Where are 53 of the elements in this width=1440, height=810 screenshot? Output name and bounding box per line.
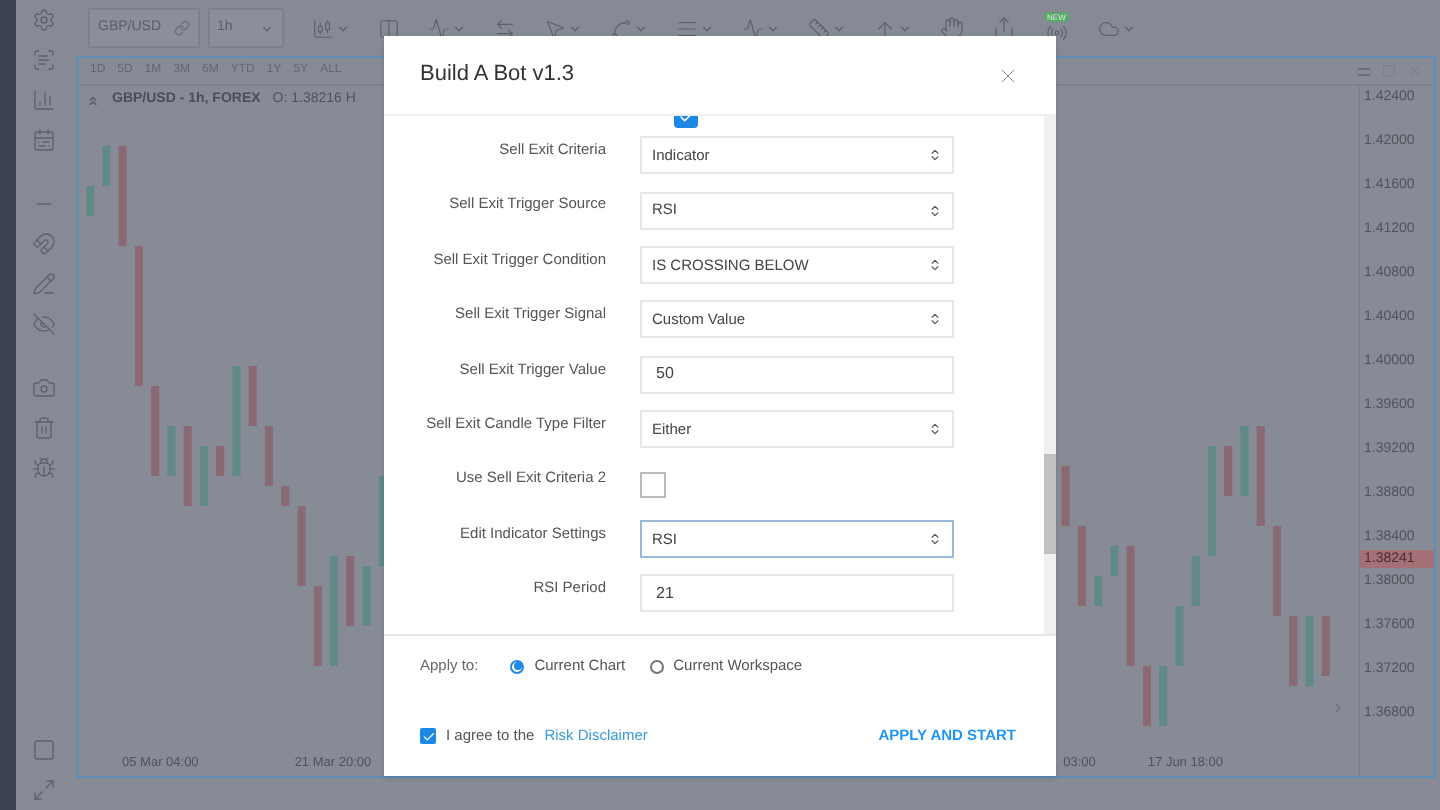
bug-icon[interactable]	[32, 456, 56, 480]
caret-icon[interactable]	[1121, 21, 1136, 35]
dialog-title: Build A Bot v1.3	[420, 60, 575, 91]
text-frame-icon[interactable]	[32, 48, 56, 72]
cursor-icon[interactable]	[543, 17, 566, 39]
collapse-icon[interactable]	[86, 93, 100, 107]
select-arrows-icon	[928, 257, 942, 272]
select-arrows-icon	[928, 422, 942, 437]
expand-icon[interactable]	[32, 778, 56, 802]
caret-icon[interactable]	[765, 21, 780, 35]
settings-icon[interactable]	[32, 8, 56, 32]
wave-icon[interactable]	[741, 17, 764, 39]
bars-icon[interactable]	[32, 88, 56, 112]
lines-icon[interactable]	[675, 17, 698, 39]
check-icon	[421, 729, 435, 743]
broadcast-icon[interactable]	[1045, 22, 1068, 44]
caret-icon[interactable]	[335, 21, 350, 35]
scroll-right-icon[interactable]	[1330, 700, 1346, 716]
checkbox[interactable]	[640, 471, 666, 498]
magnet-icon[interactable]	[32, 232, 56, 256]
caret-icon[interactable]	[567, 21, 582, 35]
select-arrows-icon	[928, 148, 942, 163]
select-arrows-icon	[928, 203, 942, 218]
caret-icon[interactable]	[633, 21, 648, 35]
caret-icon	[259, 21, 274, 35]
input-field[interactable]: 50	[640, 355, 954, 394]
candles-icon[interactable]	[311, 17, 334, 39]
radio-button[interactable]	[649, 659, 664, 673]
arrows-icon[interactable]	[493, 17, 516, 39]
caret-icon[interactable]	[831, 21, 846, 35]
link-icon	[173, 20, 190, 36]
caret-icon[interactable]	[897, 21, 912, 35]
scrollbar-thumb[interactable]	[1044, 454, 1056, 554]
hand-icon[interactable]	[939, 16, 964, 40]
indicator-icon[interactable]	[427, 17, 450, 39]
compare-icon[interactable]	[377, 17, 400, 39]
line-tool-icon[interactable]	[609, 17, 632, 39]
pencil-icon[interactable]	[32, 272, 56, 296]
square-icon[interactable]	[32, 738, 56, 762]
trash-icon[interactable]	[32, 416, 56, 440]
checkbox[interactable]	[420, 728, 436, 744]
select-arrows-icon	[928, 531, 942, 546]
arrow-icon[interactable]	[873, 17, 896, 39]
calendar-icon[interactable]	[32, 128, 56, 152]
caret-icon[interactable]	[699, 21, 714, 35]
radio-button[interactable]	[510, 659, 525, 673]
select-arrows-icon	[928, 312, 942, 327]
ruler-icon[interactable]	[807, 17, 830, 39]
input-field[interactable]: 21	[640, 574, 954, 613]
caret-icon[interactable]	[451, 21, 466, 35]
cloud-icon[interactable]	[1097, 17, 1120, 39]
camera-icon[interactable]	[32, 376, 56, 400]
hidden-eye-icon[interactable]	[32, 312, 56, 336]
